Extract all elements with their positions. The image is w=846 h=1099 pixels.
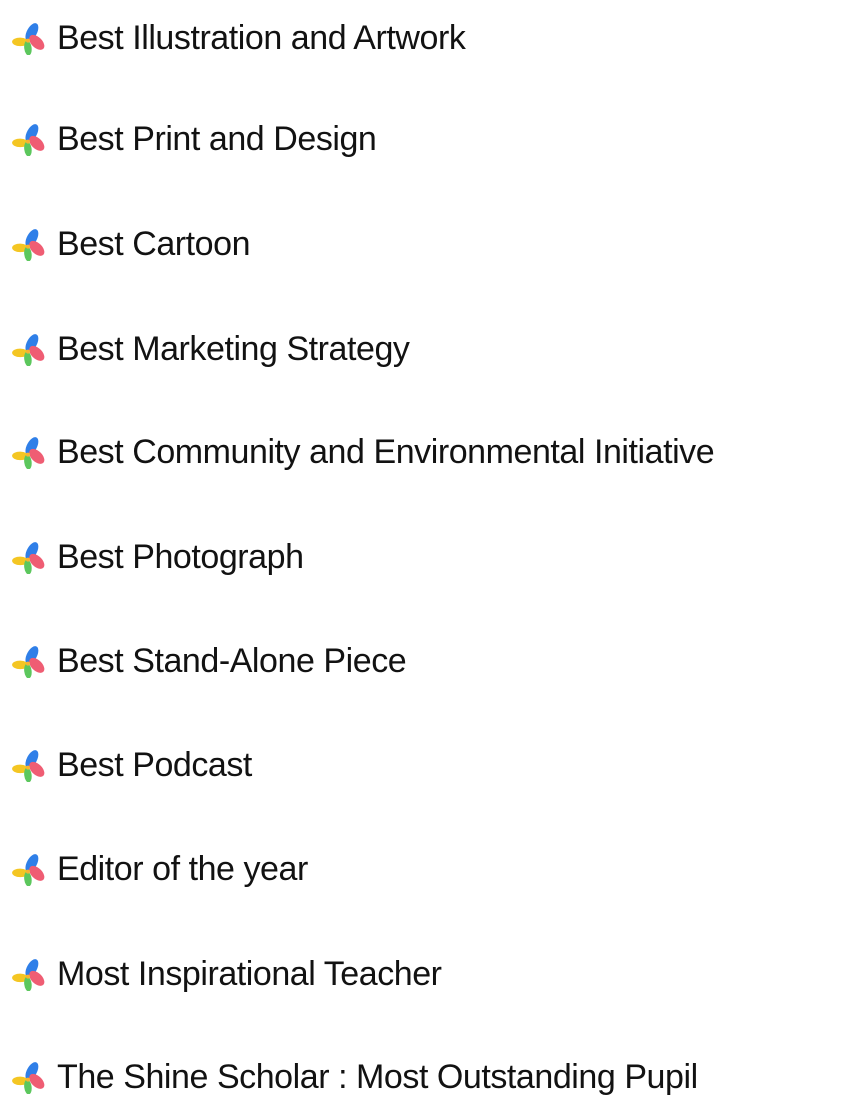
award-label: Best Podcast: [57, 746, 252, 784]
pinwheel-icon: [12, 645, 45, 678]
award-list-item: Best Marketing Strategy: [12, 327, 410, 371]
award-list-item: Best Illustration and Artwork: [12, 16, 466, 60]
award-list-item: The Shine Scholar : Most Outstanding Pup…: [12, 1055, 698, 1099]
award-list-item: Best Print and Design: [12, 117, 377, 161]
award-label: Best Cartoon: [57, 225, 251, 263]
award-list: Best Illustration and Artwork Best Print…: [0, 0, 846, 1096]
pinwheel-icon: [12, 228, 45, 261]
award-label: Best Photograph: [57, 538, 304, 576]
pinwheel-icon: [12, 541, 45, 574]
pinwheel-icon: [12, 853, 45, 886]
pinwheel-icon: [12, 958, 45, 991]
award-list-item: Best Cartoon: [12, 222, 250, 266]
award-list-item: Editor of the year: [12, 847, 308, 891]
award-list-item: Best Photograph: [12, 535, 304, 579]
pinwheel-icon: [12, 749, 45, 782]
award-label: Best Illustration and Artwork: [57, 19, 466, 57]
pinwheel-icon: [12, 333, 45, 366]
award-label: Most Inspirational Teacher: [57, 955, 442, 993]
pinwheel-icon: [12, 436, 45, 469]
award-list-item: Most Inspirational Teacher: [12, 952, 442, 996]
award-label: Best Print and Design: [57, 120, 377, 158]
award-list-item: Best Community and Environmental Initiat…: [12, 430, 715, 474]
award-label: Best Community and Environmental Initiat…: [57, 433, 715, 471]
pinwheel-icon: [12, 22, 45, 55]
award-label: Best Stand-Alone Piece: [57, 642, 407, 680]
award-label: Editor of the year: [57, 850, 308, 888]
pinwheel-icon: [12, 1061, 45, 1094]
award-list-item: Best Podcast: [12, 743, 252, 787]
pinwheel-icon: [12, 123, 45, 156]
award-label: Best Marketing Strategy: [57, 330, 410, 368]
award-list-item: Best Stand-Alone Piece: [12, 639, 407, 683]
award-label: The Shine Scholar : Most Outstanding Pup…: [57, 1058, 698, 1096]
